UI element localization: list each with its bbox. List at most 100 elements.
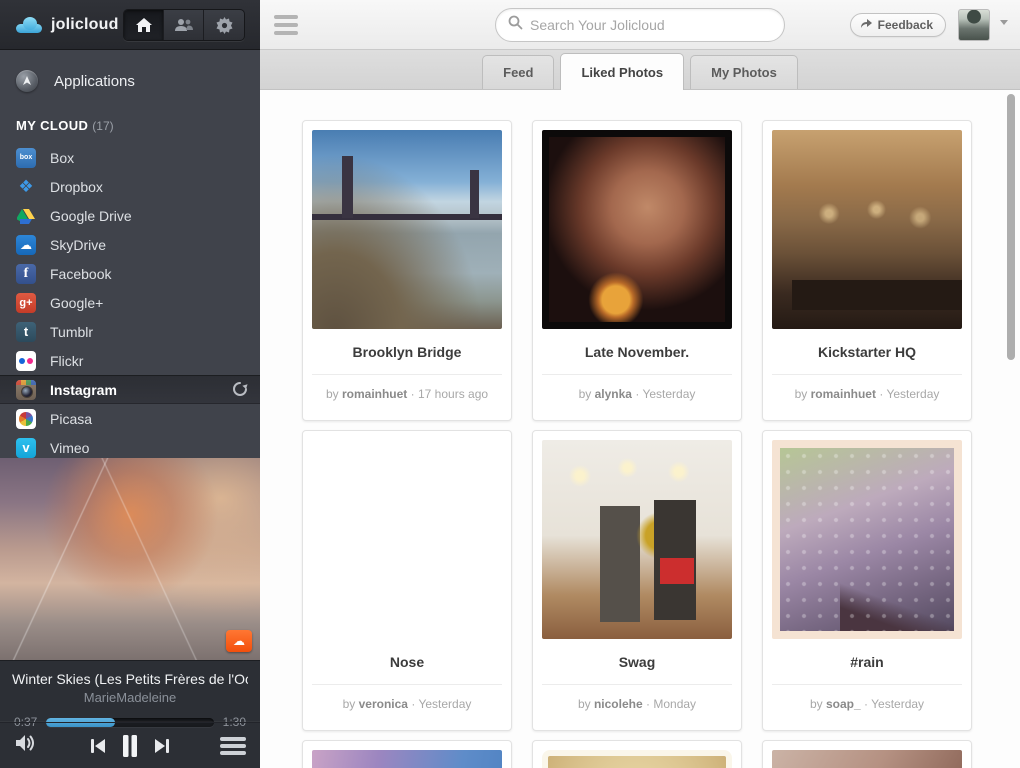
scrollbar-thumb[interactable] — [1007, 94, 1015, 360]
photo-card[interactable] — [762, 740, 972, 768]
applications-icon — [16, 70, 38, 92]
photo-username: alynka — [595, 387, 632, 401]
menu-icon[interactable] — [274, 15, 298, 35]
transport-controls — [91, 735, 169, 757]
feedback-button[interactable]: Feedback — [850, 13, 946, 37]
sidebar-header: jolicloud — [0, 0, 260, 50]
sidebar-item-label: Google+ — [50, 295, 103, 311]
album-artwork[interactable]: ☁ — [0, 458, 260, 660]
pause-button[interactable] — [122, 735, 138, 757]
tab-strip: Feed Liked Photos My Photos — [260, 50, 1020, 90]
search-input[interactable] — [530, 17, 772, 33]
photo-thumbnail — [312, 440, 502, 639]
track-artist: MarieMadeleine — [12, 690, 248, 705]
facebook-icon: f — [16, 264, 36, 284]
section-count: (17) — [92, 119, 113, 133]
photo-byline: by veronica · Yesterday — [312, 685, 502, 721]
sidebar-item-label: Dropbox — [50, 179, 103, 195]
dropbox-icon: ❖ — [16, 177, 36, 197]
sidebar-item-label: Facebook — [50, 266, 111, 282]
photo-title: Swag — [542, 639, 732, 685]
photo-card[interactable]: #rain by soap_ · Yesterday — [762, 430, 972, 731]
sidebar: jolicloud — [0, 0, 260, 768]
photo-card[interactable]: Swag by nicolehe · Monday — [532, 430, 742, 731]
people-icon — [174, 18, 194, 32]
photo-card[interactable]: Late November. by alynka · Yesterday — [532, 120, 742, 421]
photo-card[interactable] — [532, 740, 742, 768]
sidebar-item-facebook[interactable]: f Facebook — [0, 259, 260, 288]
photo-byline: by nicolehe · Monday — [542, 685, 732, 721]
sidebar-list: Applications MY CLOUD(17) box Box ❖ Drop… — [0, 51, 260, 458]
photo-grid: Brooklyn Bridge by romainhuet · 17 hours… — [260, 90, 1020, 768]
photo-thumbnail — [542, 440, 732, 639]
sidebar-item-label: Picasa — [50, 411, 92, 427]
nav-home-button[interactable] — [124, 10, 164, 40]
next-button[interactable] — [154, 738, 169, 754]
main-nav — [123, 9, 245, 41]
sidebar-item-googleplus[interactable]: g+ Google+ — [0, 288, 260, 317]
photo-card[interactable] — [302, 740, 512, 768]
search-bar — [495, 8, 785, 42]
box-icon: box — [16, 148, 36, 168]
picasa-icon — [16, 409, 36, 429]
tab-feed[interactable]: Feed — [482, 55, 554, 89]
photo-thumbnail — [772, 130, 962, 329]
photo-title: Kickstarter HQ — [772, 329, 962, 375]
sidebar-item-google-drive[interactable]: Google Drive — [0, 201, 260, 230]
my-cloud-section-header: MY CLOUD(17) — [0, 103, 260, 143]
sidebar-item-flickr[interactable]: Flickr — [0, 346, 260, 375]
photo-time: Yesterday — [418, 697, 471, 711]
chevron-down-icon[interactable] — [1000, 20, 1008, 25]
photo-card[interactable]: Nose by veronica · Yesterday — [302, 430, 512, 731]
tab-my-photos[interactable]: My Photos — [690, 55, 798, 89]
sidebar-item-dropbox[interactable]: ❖ Dropbox — [0, 172, 260, 201]
photo-thumbnail — [772, 440, 962, 639]
sidebar-item-applications[interactable]: Applications — [0, 59, 260, 103]
photo-byline: by alynka · Yesterday — [542, 375, 732, 411]
feedback-label: Feedback — [878, 18, 933, 32]
sidebar-item-label: SkyDrive — [50, 237, 106, 253]
photo-thumbnail — [772, 750, 962, 768]
nav-settings-button[interactable] — [204, 10, 244, 40]
player-controls — [0, 722, 260, 768]
avatar[interactable] — [958, 9, 990, 41]
music-player: ☁ Winter Skies (Les Petits Frères de l'O… — [0, 458, 260, 768]
skydrive-icon: ☁ — [16, 235, 36, 255]
sidebar-item-label: Tumblr — [50, 324, 93, 340]
photo-thumbnail — [542, 130, 732, 329]
jolicloud-app: jolicloud — [0, 0, 1020, 768]
volume-icon[interactable] — [14, 733, 38, 758]
vimeo-icon: v — [16, 438, 36, 458]
previous-button[interactable] — [91, 738, 106, 754]
photo-title: Late November. — [542, 329, 732, 375]
photo-username: soap_ — [826, 697, 861, 711]
flickr-icon — [16, 351, 36, 371]
photo-card[interactable]: Kickstarter HQ by romainhuet · Yesterday — [762, 120, 972, 421]
googleplus-icon: g+ — [16, 293, 36, 313]
sidebar-item-instagram[interactable]: Instagram — [0, 375, 260, 404]
nav-people-button[interactable] — [164, 10, 204, 40]
track-info: Winter Skies (Les Petits Frères de l'Océ… — [0, 660, 260, 729]
photo-byline: by romainhuet · 17 hours ago — [312, 375, 502, 411]
main-area: Feedback Feed Liked Photos My Photos Bro… — [260, 0, 1020, 768]
sidebar-item-picasa[interactable]: Picasa — [0, 404, 260, 433]
sidebar-item-label: Applications — [54, 73, 135, 90]
photo-title: Nose — [312, 639, 502, 685]
search-icon — [508, 15, 523, 35]
photo-username: veronica — [359, 697, 408, 711]
cloud-logo-icon — [16, 17, 42, 33]
jolicloud-logo[interactable]: jolicloud — [0, 16, 119, 34]
sidebar-item-label: Google Drive — [50, 208, 132, 224]
tumblr-icon: t — [16, 322, 36, 342]
photo-username: romainhuet — [342, 387, 407, 401]
queue-icon[interactable] — [220, 737, 246, 755]
tab-liked-photos[interactable]: Liked Photos — [560, 53, 684, 90]
soundcloud-icon: ☁ — [226, 630, 252, 652]
photo-card[interactable]: Brooklyn Bridge by romainhuet · 17 hours… — [302, 120, 512, 421]
sidebar-item-skydrive[interactable]: ☁ SkyDrive — [0, 230, 260, 259]
home-icon — [135, 17, 153, 33]
photo-thumbnail — [312, 130, 502, 329]
sidebar-item-box[interactable]: box Box — [0, 143, 260, 172]
sidebar-item-tumblr[interactable]: t Tumblr — [0, 317, 260, 346]
photo-byline: by romainhuet · Yesterday — [772, 375, 962, 411]
